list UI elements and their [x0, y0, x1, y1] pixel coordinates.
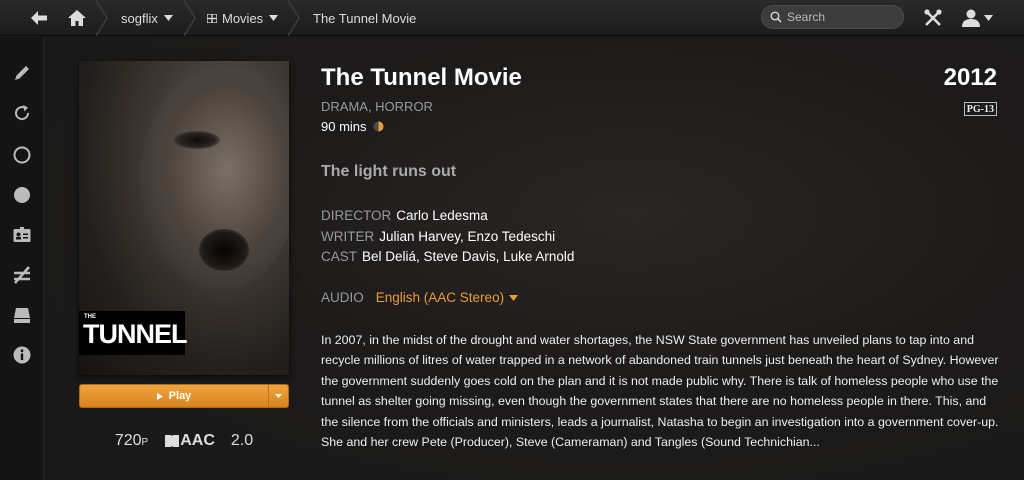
resolution-suffix: P — [141, 437, 149, 448]
movie-genres: DRAMA, HORROR — [321, 99, 433, 114]
cast-label: CAST — [321, 249, 358, 264]
half-watched-icon — [373, 121, 384, 132]
writer-label: WRITER — [321, 229, 375, 244]
circle-outline-icon[interactable] — [10, 143, 34, 167]
circle-filled-icon[interactable] — [10, 183, 34, 207]
chevron-down-icon — [984, 15, 993, 21]
audio-row: AUDIO English (AAC Stereo) — [321, 290, 519, 305]
movie-poster: THE TUNNEL — [79, 61, 289, 375]
cast-value[interactable]: Bel Deliá, Steve Davis, Luke Arnold — [362, 249, 574, 264]
poster-logo-big: TUNNEL — [83, 319, 187, 349]
settings-tools-icon[interactable] — [923, 0, 943, 36]
writer-row: WRITER Julian Harvey, Enzo Tedeschi — [321, 229, 555, 244]
audio-select[interactable]: English (AAC Stereo) — [376, 290, 504, 305]
refresh-icon[interactable] — [10, 101, 34, 125]
breadcrumb-separator — [96, 0, 108, 36]
breadcrumb-current: The Tunnel Movie — [313, 0, 416, 36]
user-icon — [962, 9, 980, 27]
chevron-down-icon — [163, 15, 173, 21]
movie-detail-panel: THE TUNNEL Play 720P AAC 2.0 The Tunnel … — [45, 37, 1024, 480]
poster-mouth — [199, 229, 249, 271]
search-icon — [770, 11, 782, 23]
id-card-icon[interactable] — [10, 223, 34, 247]
info-icon[interactable] — [10, 343, 34, 367]
channels-badge: 2.0 — [230, 432, 254, 449]
codec-badge: AAC — [164, 432, 215, 450]
chevron-down-icon[interactable] — [509, 294, 519, 301]
pencil-icon[interactable] — [10, 61, 34, 85]
poster-eye — [174, 131, 220, 149]
audio-label: AUDIO — [321, 290, 364, 305]
unwatched-icon[interactable] — [10, 263, 34, 287]
action-sidebar — [0, 37, 44, 480]
play-icon — [156, 392, 163, 400]
codec-label: AAC — [180, 432, 215, 449]
director-value[interactable]: Carlo Ledesma — [396, 208, 488, 223]
dolby-icon — [165, 435, 180, 447]
director-row: DIRECTOR Carlo Ledesma — [321, 208, 488, 223]
breadcrumb-library-label: Movies — [222, 10, 264, 26]
content-rating-badge: PG-13 — [963, 102, 997, 116]
movie-tagline: The light runs out — [321, 163, 457, 180]
play-button[interactable]: Play — [79, 384, 289, 408]
movie-summary: In 2007, in the midst of the drought and… — [321, 333, 999, 450]
cast-row: CAST Bel Deliá, Steve Davis, Luke Arnold — [321, 249, 574, 264]
drive-icon[interactable] — [10, 303, 34, 327]
breadcrumb-library[interactable]: Movies — [207, 0, 279, 36]
top-bar: sogflix Movies The Tunnel Movie — [0, 0, 1024, 36]
movie-duration: 90 mins — [321, 119, 384, 134]
search-box[interactable] — [761, 5, 904, 29]
resolution-badge: 720P — [115, 432, 148, 450]
film-icon — [207, 13, 217, 23]
play-label: Play — [168, 390, 192, 402]
writer-value[interactable]: Julian Harvey, Enzo Tedeschi — [379, 229, 555, 244]
play-main[interactable]: Play — [80, 385, 268, 407]
duration-value: 90 mins — [321, 119, 367, 134]
chevron-down-icon — [275, 394, 282, 398]
breadcrumb-separator — [184, 0, 196, 36]
breadcrumb-server-label: sogflix — [121, 10, 158, 26]
chevron-down-icon — [269, 15, 279, 21]
director-label: DIRECTOR — [321, 208, 392, 223]
breadcrumb-server[interactable]: sogflix — [121, 0, 173, 36]
movie-title: The Tunnel Movie — [321, 64, 522, 91]
search-input[interactable] — [787, 10, 897, 24]
resolution-value: 720 — [114, 432, 142, 449]
play-options-button[interactable] — [268, 385, 288, 407]
movie-year: 2012 — [943, 64, 997, 91]
home-icon[interactable] — [67, 0, 87, 36]
user-menu[interactable] — [961, 0, 993, 36]
back-arrow-icon[interactable] — [30, 0, 48, 36]
breadcrumb-separator — [288, 0, 300, 36]
breadcrumb-current-label: The Tunnel Movie — [313, 10, 417, 26]
poster-logo: THE TUNNEL — [79, 311, 187, 355]
media-badges: 720P AAC 2.0 — [79, 432, 289, 450]
